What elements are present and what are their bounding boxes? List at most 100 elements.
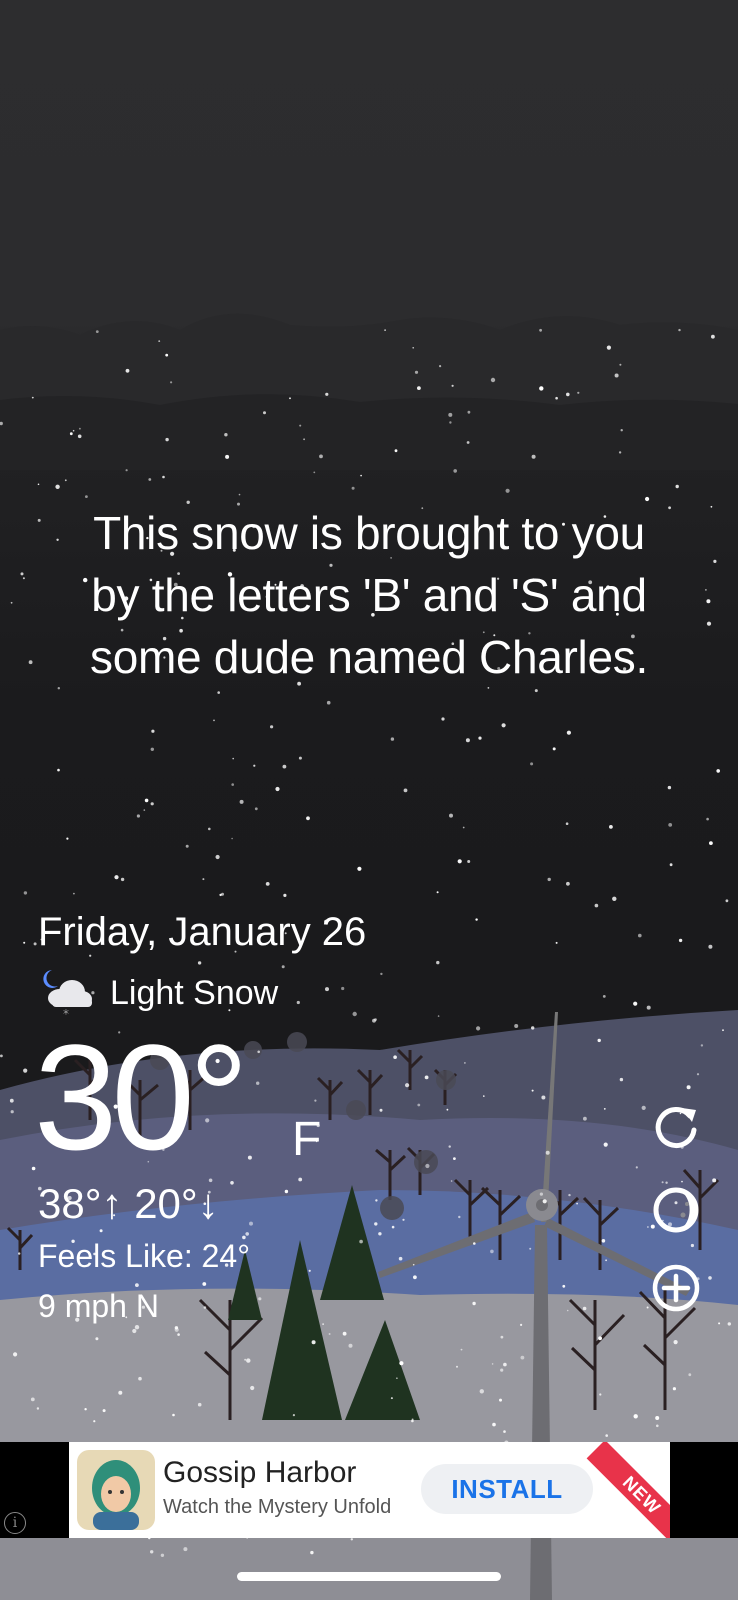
- snowflake: [490, 377, 496, 383]
- snowflake: [531, 1026, 535, 1030]
- snowflake: [380, 972, 383, 976]
- snowflake: [170, 381, 173, 384]
- snowflake: [601, 1239, 606, 1243]
- snowflake: [352, 1011, 357, 1017]
- ad-banner[interactable]: Gossip Harbor Watch the Mystery Unfold I…: [69, 1442, 670, 1538]
- snowflake: [33, 942, 37, 946]
- snowflake: [457, 859, 462, 864]
- snowflake: [231, 837, 233, 840]
- snowflake: [716, 769, 720, 773]
- snowflake: [635, 1166, 638, 1169]
- snowflake: [135, 1283, 139, 1287]
- add-location-icon[interactable]: [650, 1262, 702, 1314]
- snowflake: [712, 1178, 717, 1183]
- snowflake: [458, 1215, 461, 1219]
- snowflake: [263, 411, 266, 415]
- snowflake: [645, 496, 650, 502]
- snowflake: [620, 429, 623, 432]
- snowflake: [23, 941, 26, 944]
- snowflake: [577, 391, 580, 394]
- high-low-row: 38°↑ 20°↓: [38, 1180, 219, 1228]
- ad-title: Gossip Harbor: [163, 1456, 357, 1489]
- snowflake: [341, 986, 345, 991]
- snowflake: [462, 826, 465, 829]
- snowflake: [441, 717, 445, 721]
- temperature-unit: F: [292, 1113, 322, 1166]
- snowflake: [134, 1325, 140, 1330]
- snowflake: [160, 1553, 165, 1558]
- snowflake: [148, 478, 152, 481]
- snowflake: [499, 1398, 502, 1402]
- snowflake: [203, 1306, 207, 1309]
- snowflake: [690, 1243, 695, 1248]
- snowflake: [225, 454, 230, 459]
- snowflake: [529, 1247, 532, 1250]
- snowflake: [85, 495, 88, 498]
- snowflake: [439, 365, 442, 368]
- snowflake: [565, 822, 569, 825]
- ad-banner-container: i Gossip Harbor Watch the Mystery Unfold…: [0, 1442, 738, 1538]
- snowflake: [99, 1229, 103, 1233]
- snowflake: [379, 1108, 383, 1112]
- snowflake: [609, 825, 613, 829]
- snowflake: [448, 412, 453, 417]
- snowflake: [253, 764, 256, 767]
- snowflake: [542, 1199, 547, 1204]
- snowflake: [265, 882, 270, 886]
- snowflake: [79, 427, 81, 430]
- snowflake: [479, 1389, 484, 1394]
- snowflake: [531, 1089, 534, 1092]
- snowflake: [298, 1177, 303, 1182]
- feels-like-label: Feels Like: 24°: [38, 1238, 251, 1274]
- snowflake: [599, 1393, 602, 1396]
- snowflake: [150, 1550, 154, 1554]
- snowflake: [221, 892, 224, 896]
- snowflake: [292, 1414, 295, 1417]
- snowflake: [396, 1377, 398, 1379]
- snowflake: [661, 1181, 664, 1184]
- snowflake: [114, 875, 119, 880]
- home-indicator[interactable]: [237, 1572, 501, 1581]
- snowflake: [313, 471, 316, 474]
- snowflake: [326, 700, 331, 705]
- snowflake: [566, 1309, 569, 1312]
- snowflake: [398, 1256, 403, 1261]
- snowflake: [520, 1323, 523, 1326]
- snowflake: [281, 965, 285, 969]
- snowflake: [66, 837, 69, 840]
- snowflake: [598, 1336, 602, 1341]
- snowflake: [391, 1225, 395, 1229]
- snowflake: [0, 421, 3, 426]
- snowflake: [132, 1328, 137, 1334]
- snowflake: [13, 1352, 18, 1357]
- snowflake: [95, 330, 99, 333]
- snowflake: [93, 1420, 96, 1423]
- theme-toggle-icon[interactable]: [650, 1184, 702, 1236]
- ad-app-icon: [77, 1450, 155, 1530]
- snowflake: [319, 454, 323, 459]
- snowfall: [0, 328, 731, 1558]
- snowflake: [217, 691, 220, 694]
- snowflake: [681, 1180, 683, 1183]
- snowflake: [23, 891, 28, 895]
- snowflake: [384, 329, 386, 331]
- ad-info-icon[interactable]: i: [4, 1512, 26, 1534]
- snowflake: [460, 1348, 463, 1351]
- install-button[interactable]: INSTALL: [421, 1464, 593, 1514]
- snowflake: [646, 1306, 649, 1309]
- snowflake: [244, 1358, 247, 1361]
- snowflake: [530, 762, 534, 766]
- snowflake: [566, 881, 570, 886]
- snowflake: [725, 899, 729, 903]
- snowflake: [143, 809, 146, 811]
- snowflake: [605, 1259, 607, 1262]
- snowflake: [696, 1073, 700, 1076]
- snowflake: [673, 1340, 678, 1345]
- snowflake: [314, 1099, 317, 1102]
- snowflake: [436, 960, 440, 965]
- snowflake: [390, 1397, 393, 1400]
- high-temperature: 38°: [38, 1180, 102, 1227]
- snowflake: [405, 1083, 410, 1088]
- refresh-icon[interactable]: [650, 1102, 702, 1154]
- snowflake: [399, 1361, 404, 1366]
